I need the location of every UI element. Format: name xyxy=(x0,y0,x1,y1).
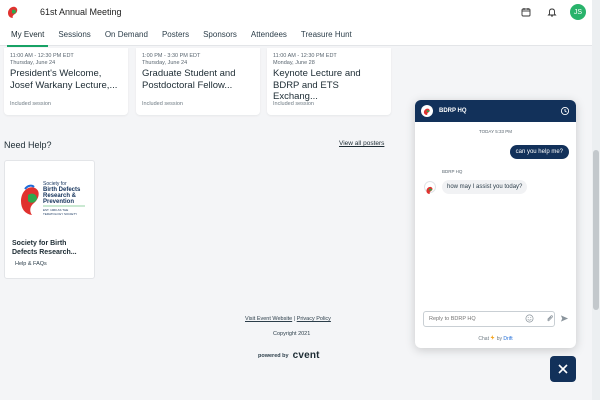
session-card[interactable]: 11:00 AM - 12:30 PM EDT Monday, June 28 … xyxy=(267,48,391,115)
chat-widget: BDRP HQ TODAY 5:33 PM can you help me? B… xyxy=(415,100,576,348)
chat-powered-by: Chat by Drift xyxy=(415,335,576,342)
tab-sponsors[interactable]: Sponsors xyxy=(196,27,244,46)
bot-avatar-icon xyxy=(424,181,436,194)
need-help-heading: Need Help? xyxy=(4,140,52,150)
session-card[interactable]: 1:00 PM - 3:30 PM EDT Thursday, June 24 … xyxy=(136,48,260,115)
main-tabs: My Event Sessions On Demand Posters Spon… xyxy=(0,27,600,47)
privacy-policy-link[interactable]: Privacy Policy xyxy=(297,316,331,322)
tab-sessions[interactable]: Sessions xyxy=(51,27,97,46)
powered-by: powered by cvent xyxy=(258,350,320,361)
session-title-cont: Postdoctoral Fellow... xyxy=(142,80,233,91)
tab-my-event[interactable]: My Event xyxy=(4,27,51,47)
chat-timestamp: TODAY 5:33 PM xyxy=(478,129,512,134)
session-title-cont: Josef Warkany Lecture,... xyxy=(10,80,118,91)
session-tag: Included session xyxy=(273,101,314,107)
tab-treasure-hunt[interactable]: Treasure Hunt xyxy=(294,27,359,46)
footer-links: Visit Event Website | Privacy Policy xyxy=(245,316,331,322)
powered-by-label: powered by xyxy=(258,352,289,359)
session-title-cont: BDRP and ETS Exchang... xyxy=(273,80,339,102)
chat-header: BDRP HQ xyxy=(415,100,576,122)
session-time: 11:00 AM - 12:30 PM EDT xyxy=(273,53,337,59)
sponsor-logo-line: Prevention xyxy=(43,199,74,205)
page-scrollbar[interactable] xyxy=(592,0,600,400)
bdrp-logo-icon xyxy=(421,105,433,117)
footer-separator: | xyxy=(293,316,296,322)
calendar-icon[interactable] xyxy=(518,4,534,20)
session-date: Monday, June 28 xyxy=(273,60,315,66)
scrollbar-thumb[interactable] xyxy=(593,150,599,310)
session-date: Thursday, June 24 xyxy=(10,60,56,66)
sponsor-logo: Society for Birth Defects Research & Pre… xyxy=(21,181,85,216)
bell-icon[interactable] xyxy=(544,4,560,20)
tab-on-demand[interactable]: On Demand xyxy=(98,27,155,46)
session-tag: Included session xyxy=(10,101,51,107)
sponsor-logo-line: TERATOLOGY SOCIETY xyxy=(43,212,77,216)
session-time: 1:00 PM - 3:30 PM EDT xyxy=(142,53,201,59)
visit-event-website-link[interactable]: Visit Event Website xyxy=(245,316,292,322)
emoji-icon[interactable] xyxy=(525,314,534,323)
view-all-posters-link[interactable]: View all posters xyxy=(339,140,384,147)
cvent-logo: cvent xyxy=(292,350,320,361)
bot-label: BDRP HQ xyxy=(442,169,463,174)
session-date: Thursday, June 24 xyxy=(142,60,188,66)
session-card[interactable]: 11:00 AM - 12:30 PM EDT Thursday, June 2… xyxy=(4,48,128,115)
lightning-icon xyxy=(490,335,495,340)
attachment-icon[interactable] xyxy=(545,314,554,323)
chat-powered-prefix: Chat xyxy=(478,336,489,342)
chat-title: BDRP HQ xyxy=(439,108,467,114)
session-time: 11:00 AM - 12:30 PM EDT xyxy=(10,53,74,59)
copyright-text: Copyright 2021 xyxy=(273,331,311,337)
event-title: 61st Annual Meeting xyxy=(40,7,122,17)
sponsor-card[interactable]: Society for Birth Defects Research & Pre… xyxy=(4,160,95,279)
close-chat-button[interactable] xyxy=(550,356,576,382)
tab-attendees[interactable]: Attendees xyxy=(244,27,294,46)
user-message: can you help me? xyxy=(509,145,569,159)
send-icon[interactable] xyxy=(560,314,569,323)
event-logo-icon[interactable] xyxy=(6,5,20,19)
user-avatar[interactable]: JS xyxy=(570,4,586,20)
session-title: Graduate Student and xyxy=(142,68,236,79)
top-bar: 61st Annual Meeting JS My Event Sessions… xyxy=(0,0,600,47)
session-tag: Included session xyxy=(142,101,183,107)
sponsor-name: Society for Birth Defects Research... xyxy=(12,240,77,256)
chat-powered-by-word: by xyxy=(496,336,503,342)
sponsor-help-link[interactable]: Help & FAQs xyxy=(15,261,47,267)
close-icon xyxy=(558,364,568,374)
history-icon[interactable] xyxy=(560,106,570,116)
tab-posters[interactable]: Posters xyxy=(155,27,196,46)
session-title: President's Welcome, xyxy=(10,68,102,79)
drift-link[interactable]: Drift xyxy=(503,336,512,342)
chat-reply-input[interactable] xyxy=(423,311,555,327)
bot-message: how may I assist you today? xyxy=(442,180,528,194)
session-title: Keynote Lecture and xyxy=(273,68,361,79)
